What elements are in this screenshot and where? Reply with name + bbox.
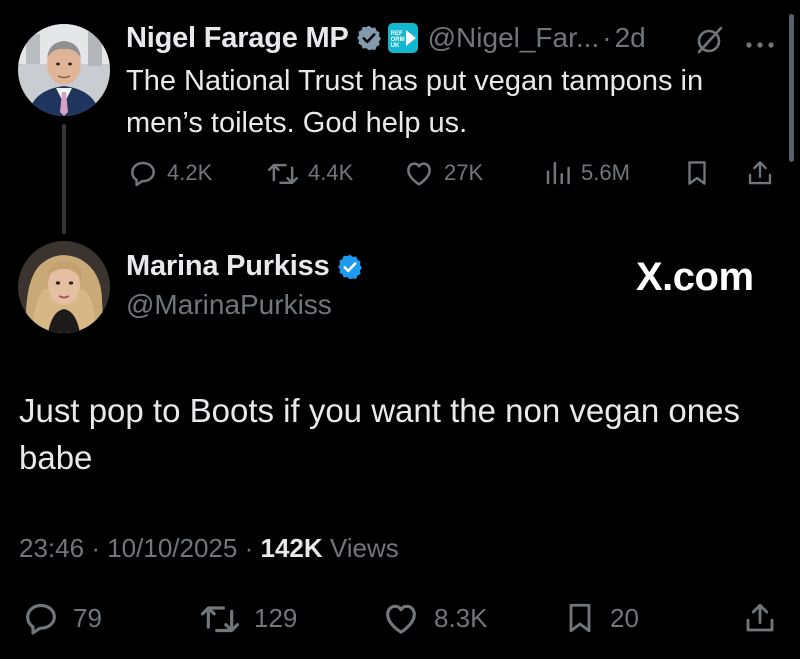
reply-tweet-header: Marina Purkiss [126, 250, 364, 283]
like-count: 27K [444, 160, 484, 185]
thread-connector-line [62, 124, 66, 234]
x-com-watermark: X.com [636, 255, 754, 299]
avatar-nigel-farage[interactable] [18, 24, 110, 116]
reply-tweet-text: Just pop to Boots if you want the non ve… [19, 392, 740, 476]
reply-count: 79 [73, 602, 102, 633]
badge-text: REFORM UK [390, 31, 405, 49]
tweet-meta: 23:46 · 10/10/2025 · 142K Views [19, 533, 399, 564]
heart-icon [407, 162, 431, 186]
like-button[interactable]: 8.3K [380, 598, 488, 638]
views-icon [546, 161, 570, 185]
repost-icon [268, 163, 298, 185]
share-button[interactable] [745, 156, 775, 190]
verified-blue-icon [336, 253, 364, 281]
views-label: Views [329, 533, 399, 563]
verified-gray-icon [355, 24, 383, 52]
repost-icon [200, 606, 240, 633]
separator-dot: · [91, 533, 100, 563]
scrollbar[interactable] [789, 14, 794, 162]
share-button[interactable] [742, 598, 778, 638]
reply-button[interactable]: 79 [21, 598, 102, 638]
share-icon [746, 603, 774, 632]
author-handle[interactable]: @MarinaPurkiss [126, 289, 332, 321]
bookmark-button[interactable]: 20 [562, 598, 639, 638]
reply-button[interactable]: 4.2K [127, 156, 212, 190]
like-button[interactable]: 27K [402, 156, 483, 190]
repost-button[interactable]: 129 [198, 598, 297, 638]
share-icon [748, 161, 772, 185]
views-button[interactable]: 5.6M [543, 156, 630, 190]
author-name[interactable]: Marina Purkiss [126, 250, 330, 283]
reform-uk-badge-icon[interactable]: REFORM UK [387, 23, 418, 53]
more-icon[interactable] [745, 36, 777, 54]
repost-count: 129 [254, 602, 298, 633]
parent-tweet-header: Nigel Farage MP REFORM UK @Nigel_Far... … [126, 18, 646, 58]
parent-tweet-text: The National Trust has put vegan tampons… [126, 65, 704, 139]
bookmark-button[interactable] [682, 156, 712, 190]
author-name[interactable]: Nigel Farage MP [126, 22, 349, 55]
grok-icon[interactable] [694, 24, 726, 61]
repost-count: 4.4K [308, 160, 354, 185]
reply-icon [131, 161, 155, 187]
separator-dot: · [244, 533, 254, 563]
views-count: 142K [260, 533, 323, 563]
post-time[interactable]: 2d [615, 22, 646, 54]
author-handle[interactable]: @Nigel_Far... [428, 22, 600, 54]
repost-button[interactable]: 4.4K [266, 156, 353, 190]
like-count: 8.3K [434, 602, 488, 633]
post-time[interactable]: 23:46 [19, 533, 84, 563]
views-count: 5.6M [581, 160, 630, 185]
avatar-marina-purkiss[interactable] [18, 241, 110, 333]
reply-icon [26, 603, 56, 635]
heart-icon [386, 604, 416, 634]
reply-count: 4.2K [167, 160, 213, 185]
bookmark-icon [569, 603, 591, 633]
bookmark-count: 20 [610, 602, 639, 633]
separator-dot: · [602, 22, 612, 53]
bookmark-icon [688, 161, 706, 185]
post-date[interactable]: 10/10/2025 [107, 533, 237, 563]
